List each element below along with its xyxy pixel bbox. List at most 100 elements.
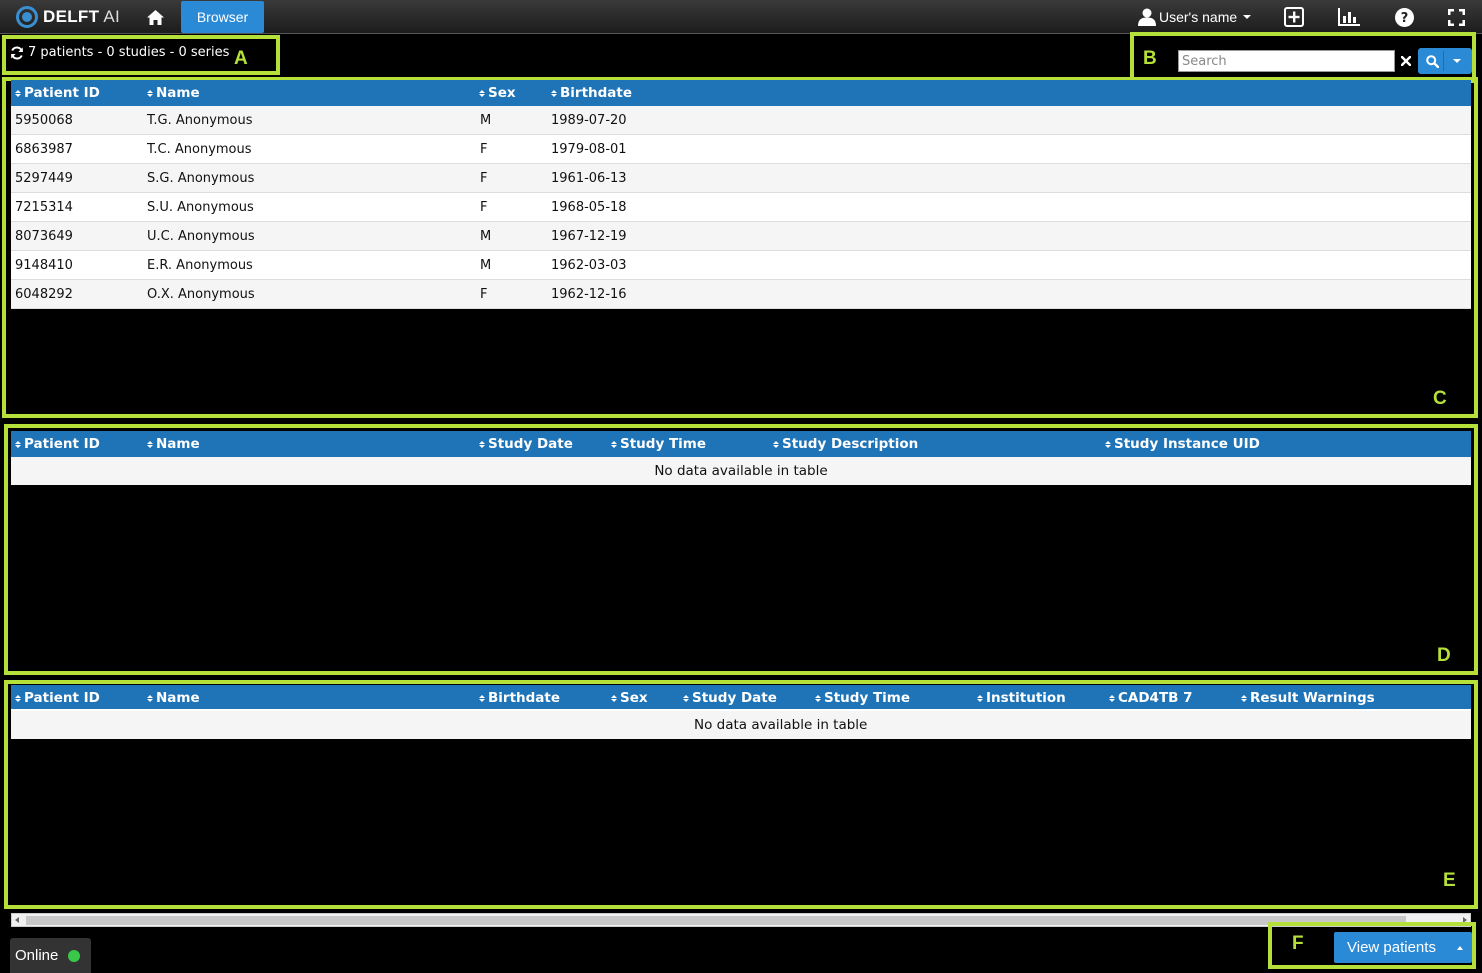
tab-browser[interactable]: Browser [181, 1, 264, 33]
status-summary[interactable]: 7 patients - 0 studies - 0 series [10, 45, 229, 60]
sort-header-sex[interactable]: Sex [479, 80, 516, 106]
cell-name: E.R. Anonymous [147, 258, 253, 273]
user-icon [1138, 8, 1156, 26]
search-button[interactable] [1418, 48, 1472, 74]
cell-name: S.G. Anonymous [147, 171, 255, 186]
cell-birthdate: 1989-07-20 [551, 113, 627, 128]
table-row[interactable]: 6863987 T.C. Anonymous F 1979-08-01 [11, 135, 1471, 164]
table-row[interactable]: 9148410 E.R. Anonymous M 1962-03-03 [11, 251, 1471, 280]
sort-icon [15, 694, 21, 702]
cell-name: T.C. Anonymous [147, 142, 252, 157]
cell-birthdate: 1962-12-16 [551, 287, 627, 302]
statistics-button[interactable] [1337, 5, 1361, 29]
frame-label-c: C [1433, 388, 1447, 409]
frame-label-e: E [1443, 870, 1456, 891]
sort-icon [1105, 440, 1111, 448]
sort-header-birthdate[interactable]: Birthdate [551, 80, 632, 106]
sort-icon [147, 694, 153, 702]
sort-icon [479, 440, 485, 448]
table-row[interactable]: 5950068 T.G. Anonymous M 1989-07-20 [11, 106, 1471, 135]
add-button[interactable] [1282, 5, 1306, 29]
cell-sex: F [480, 142, 488, 157]
status-text: 7 patients - 0 studies - 0 series [28, 45, 230, 60]
sort-header-patient-id[interactable]: Patient ID [15, 431, 100, 457]
sort-icon [147, 440, 153, 448]
sort-header-birthdate[interactable]: Birthdate [479, 685, 560, 711]
sort-header-patient-id[interactable]: Patient ID [15, 80, 100, 106]
view-patients-button[interactable]: View patients [1334, 932, 1472, 963]
sort-header-name[interactable]: Name [147, 431, 200, 457]
cell-name: U.C. Anonymous [147, 229, 255, 244]
online-label: Online [15, 947, 59, 964]
cell-sex: F [480, 171, 488, 186]
frame-label-d: D [1437, 645, 1451, 666]
sort-header-study-time[interactable]: Study Time [611, 431, 706, 457]
help-button[interactable]: ? [1392, 5, 1416, 29]
bar-chart-icon [1338, 8, 1360, 26]
sort-header-patient-id[interactable]: Patient ID [15, 685, 100, 711]
svg-text:?: ? [1400, 11, 1408, 26]
cell-patient-id: 6863987 [15, 142, 73, 157]
table-row[interactable]: 7215314 S.U. Anonymous F 1968-05-18 [11, 193, 1471, 222]
sort-header-study-date[interactable]: Study Date [479, 431, 573, 457]
sort-header-study-time[interactable]: Study Time [815, 685, 910, 711]
home-button[interactable] [140, 0, 170, 34]
cell-name: T.G. Anonymous [147, 113, 253, 128]
sort-icon [479, 89, 485, 97]
logo-text-light: AI [99, 7, 121, 26]
online-indicator-icon [68, 949, 81, 962]
sort-icon [1109, 694, 1115, 702]
sort-header-study-description[interactable]: Study Description [773, 431, 918, 457]
table-row[interactable]: 6048292 O.X. Anonymous F 1962-12-16 [11, 280, 1471, 309]
scrollbar-thumb[interactable] [26, 916, 1406, 925]
cell-birthdate: 1967-12-19 [551, 229, 627, 244]
cell-sex: M [480, 258, 492, 273]
sort-header-result-warnings[interactable]: Result Warnings [1241, 685, 1375, 711]
cell-birthdate: 1961-06-13 [551, 171, 627, 186]
patients-table-header: Patient ID Name Sex Birthdate [11, 80, 1471, 106]
sort-header-sex[interactable]: Sex [611, 685, 648, 711]
cell-patient-id: 5297449 [15, 171, 73, 186]
cell-birthdate: 1979-08-01 [551, 142, 627, 157]
question-circle-icon: ? [1394, 7, 1414, 27]
cell-birthdate: 1968-05-18 [551, 200, 627, 215]
search-options-toggle[interactable] [1453, 54, 1461, 69]
patients-table: Patient ID Name Sex Birthdate 5950068 T.… [11, 80, 1471, 309]
cell-patient-id: 9148410 [15, 258, 73, 273]
series-table: Patient ID Name Birthdate Sex Study Date… [11, 685, 1471, 739]
studies-table: Patient ID Name Study Date Study Time St… [11, 431, 1471, 485]
chevron-down-icon [1453, 59, 1461, 63]
horizontal-scrollbar[interactable] [11, 913, 1471, 927]
home-icon [146, 9, 164, 25]
fullscreen-button[interactable] [1444, 5, 1468, 29]
cell-name: S.U. Anonymous [147, 200, 254, 215]
sort-icon [683, 694, 689, 702]
cell-sex: M [480, 229, 492, 244]
scroll-left-icon[interactable] [15, 917, 19, 923]
sort-header-name[interactable]: Name [147, 685, 200, 711]
table-row[interactable]: 5297449 S.G. Anonymous F 1961-06-13 [11, 164, 1471, 193]
top-navbar: DELFT AI Browser User's name ? [0, 0, 1482, 34]
frame-label-b: B [1143, 48, 1157, 69]
search-input[interactable] [1178, 50, 1395, 72]
plus-square-icon [1284, 7, 1304, 27]
refresh-icon[interactable] [10, 45, 24, 60]
sort-header-study-date[interactable]: Study Date [683, 685, 777, 711]
sort-header-cad4tb[interactable]: CAD4TB 7 [1109, 685, 1193, 711]
logo-text-bold: DELFT [43, 7, 100, 26]
sort-header-institution[interactable]: Institution [977, 685, 1066, 711]
cell-patient-id: 5950068 [15, 113, 73, 128]
table-row[interactable]: 8073649 U.C. Anonymous M 1967-12-19 [11, 222, 1471, 251]
sort-header-study-instance-uid[interactable]: Study Instance UID [1105, 431, 1260, 457]
cell-sex: F [480, 200, 488, 215]
sort-icon [773, 440, 779, 448]
sort-icon [15, 89, 21, 97]
view-patients-label: View patients [1347, 939, 1436, 956]
cell-name: O.X. Anonymous [147, 287, 255, 302]
sort-icon [611, 440, 617, 448]
sort-icon [479, 694, 485, 702]
user-menu[interactable]: User's name [1138, 6, 1252, 28]
app-logo[interactable]: DELFT AI [16, 5, 120, 29]
clear-search-button[interactable] [1398, 51, 1414, 71]
sort-header-name[interactable]: Name [147, 80, 200, 106]
